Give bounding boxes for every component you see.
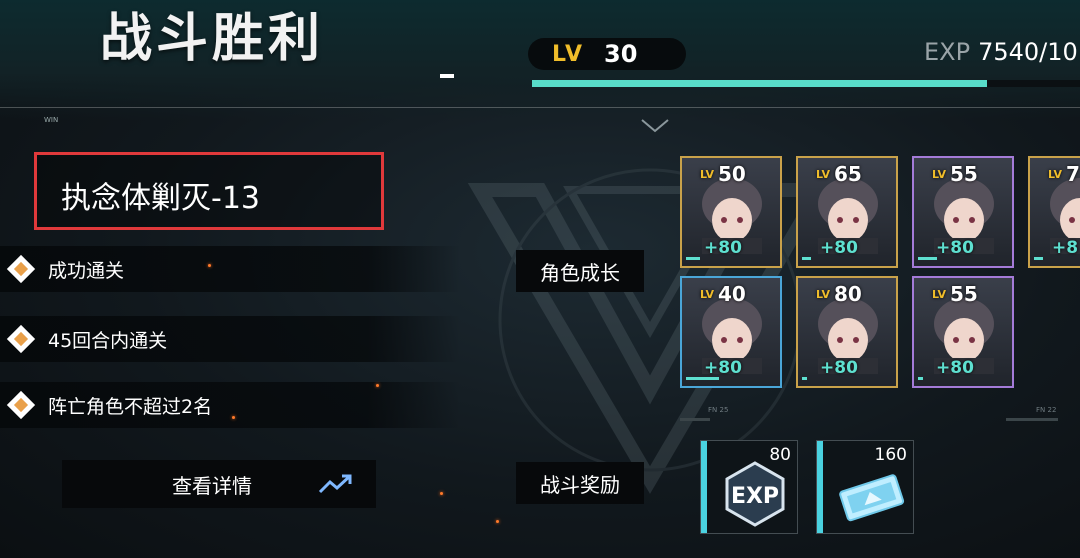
- character-exp-bar: [686, 377, 719, 380]
- character-level: LV 7: [1048, 162, 1080, 186]
- character-growth-label: 角色成长: [516, 250, 644, 292]
- trend-up-icon: [318, 474, 352, 494]
- ember-particle: [440, 492, 443, 495]
- character-level: LV 65: [816, 162, 862, 186]
- reward-accent: [701, 441, 707, 533]
- exp-gain: +80: [936, 358, 974, 378]
- win-label: WIN: [44, 116, 59, 124]
- level-label: LV: [552, 41, 585, 67]
- diamond-star-icon: [8, 256, 34, 282]
- fn-line: [1006, 418, 1058, 421]
- divider: [0, 107, 1080, 108]
- fn-marker: FN 22: [1036, 406, 1057, 414]
- level-label: LV: [700, 288, 715, 301]
- level-value: 65: [834, 162, 862, 186]
- fn-line: [680, 418, 710, 421]
- stage-name: 执念体剿灭-13: [61, 181, 260, 216]
- decorative-dash: [440, 74, 454, 78]
- ticket-icon: [839, 474, 905, 522]
- level-value: 7: [1066, 162, 1080, 186]
- stage-name-box: 执念体剿灭-13: [34, 152, 384, 230]
- character-card[interactable]: LV 55 +80: [912, 156, 1014, 268]
- level-value: 80: [834, 282, 862, 306]
- character-card[interactable]: LV 40 +80: [680, 276, 782, 388]
- view-details-button[interactable]: 查看详情: [62, 460, 376, 508]
- condition-label: 45回合内通关: [48, 329, 168, 352]
- chevron-down-icon: [641, 119, 669, 133]
- view-details-label: 查看详情: [172, 473, 252, 498]
- exp-badge-icon: EXP: [725, 461, 785, 527]
- character-level: LV 80: [816, 282, 862, 306]
- exp-value: 7540/10: [978, 38, 1078, 66]
- condition-row: 成功通关: [0, 246, 460, 292]
- exp-gain: +80: [704, 238, 742, 258]
- reward-accent: [817, 441, 823, 533]
- level-value: 50: [718, 162, 746, 186]
- level-value: 40: [718, 282, 746, 306]
- character-exp-bar: [802, 257, 811, 260]
- level-label: LV: [700, 168, 715, 181]
- character-level: LV 50: [700, 162, 746, 186]
- level-value: 55: [950, 162, 978, 186]
- character-exp-bar: [918, 257, 937, 260]
- ember-particle: [496, 520, 499, 523]
- exp-label: EXP: [924, 38, 971, 66]
- player-level-badge: LV 30: [528, 38, 686, 70]
- character-exp-bar: [1034, 257, 1043, 260]
- character-exp-bar: [802, 377, 807, 380]
- exp-gain: +8: [1052, 238, 1079, 258]
- reward-item-ticket[interactable]: 160: [816, 440, 914, 534]
- condition-label: 阵亡角色不超过2名: [48, 395, 213, 418]
- fn-marker: FN 25: [708, 406, 729, 414]
- level-label: LV: [816, 168, 831, 181]
- exp-gain: +80: [820, 238, 858, 258]
- character-card[interactable]: LV 7 +8: [1028, 156, 1080, 268]
- level-value: 55: [950, 282, 978, 306]
- exp-gain: +80: [704, 358, 742, 378]
- level-label: LV: [932, 168, 947, 181]
- ember-particle: [208, 264, 211, 267]
- level-label: LV: [816, 288, 831, 301]
- character-level: LV 55: [932, 282, 978, 306]
- exp-gain: +80: [936, 238, 974, 258]
- condition-row: 45回合内通关: [0, 316, 460, 362]
- character-exp-bar: [686, 257, 700, 260]
- ember-particle: [376, 384, 379, 387]
- reward-item-exp[interactable]: 80 EXP: [700, 440, 798, 534]
- level-label: LV: [1048, 168, 1063, 181]
- character-level: LV 40: [700, 282, 746, 306]
- diamond-star-icon: [8, 326, 34, 352]
- character-card[interactable]: LV 80 +80: [796, 276, 898, 388]
- level-value: 30: [604, 40, 638, 68]
- condition-label: 成功通关: [48, 259, 125, 282]
- page-title: 战斗胜利: [100, 9, 325, 69]
- level-label: LV: [932, 288, 947, 301]
- ember-particle: [232, 416, 235, 419]
- battle-rewards-label: 战斗奖励: [516, 462, 644, 504]
- condition-row: 阵亡角色不超过2名: [0, 382, 460, 428]
- character-card[interactable]: LV 50 +80: [680, 156, 782, 268]
- character-card[interactable]: LV 55 +80: [912, 276, 1014, 388]
- diamond-star-icon: [8, 392, 34, 418]
- reward-name: EXP: [731, 484, 779, 509]
- character-card[interactable]: LV 65 +80: [796, 156, 898, 268]
- exp-progress-fill: [532, 80, 987, 87]
- character-exp-bar: [918, 377, 923, 380]
- character-level: LV 55: [932, 162, 978, 186]
- exp-readout: EXP 7540/10: [924, 38, 1078, 66]
- exp-gain: +80: [820, 358, 858, 378]
- exp-progress-bar: [532, 80, 1080, 87]
